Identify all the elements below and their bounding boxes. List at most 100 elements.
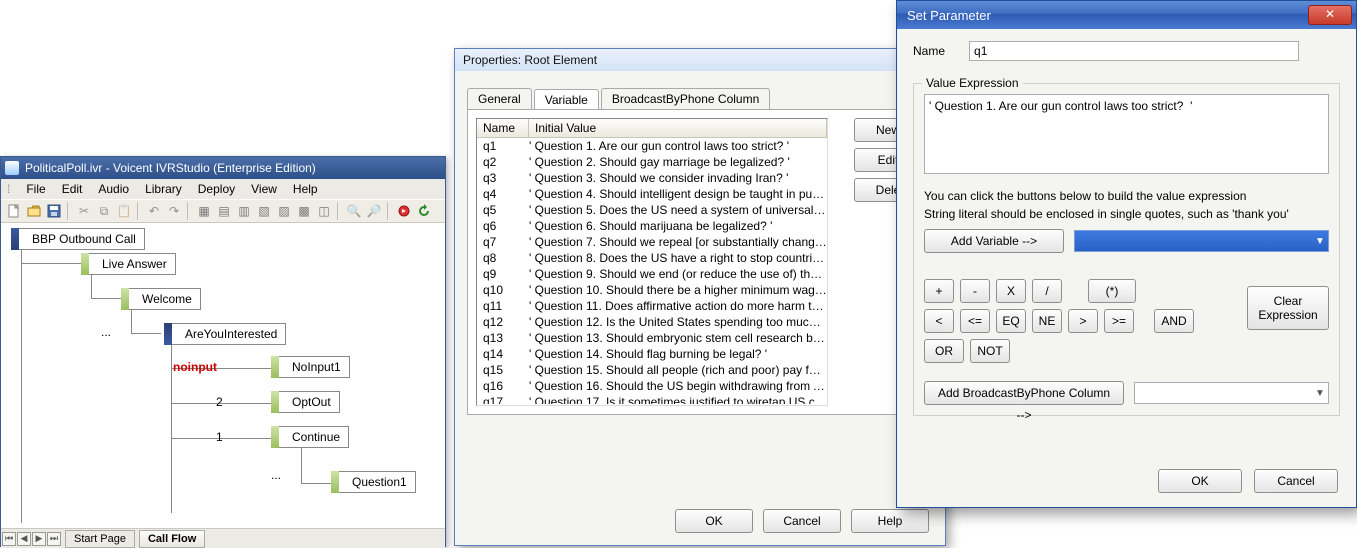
ivr-titlebar[interactable]: PoliticalPoll.ivr - Voicent IVRStudio (E… [1, 157, 445, 179]
nav-prev-icon[interactable]: ◀ [17, 532, 31, 546]
table-row[interactable]: q15' Question 15. Should all people (ric… [477, 362, 827, 378]
tab-broadcast-column[interactable]: BroadcastByPhone Column [601, 88, 770, 109]
open-folder-icon[interactable] [25, 202, 43, 220]
op-mult[interactable]: X [996, 279, 1026, 303]
menu-file[interactable]: File [26, 182, 45, 196]
tab-variable[interactable]: Variable [534, 89, 599, 110]
col-initial-value[interactable]: Initial Value [529, 119, 827, 137]
grid3-icon[interactable]: ▥ [235, 202, 253, 220]
table-row[interactable]: q3' Question 3. Should we consider invad… [477, 170, 827, 186]
copy-icon[interactable]: ⧉ [95, 202, 113, 220]
op-minus[interactable]: - [960, 279, 990, 303]
op-lte[interactable]: <= [960, 309, 990, 333]
table-row[interactable]: q1' Question 1. Are our gun control laws… [477, 138, 827, 154]
redo-icon[interactable]: ↷ [165, 202, 183, 220]
row-name: q7 [477, 234, 529, 250]
clear-expression-button[interactable]: Clear Expression [1247, 286, 1329, 330]
menu-help[interactable]: Help [293, 182, 318, 196]
table-row[interactable]: q4' Question 4. Should intelligent desig… [477, 186, 827, 202]
op-eq[interactable]: EQ [996, 309, 1026, 333]
table-row[interactable]: q2' Question 2. Should gay marriage be l… [477, 154, 827, 170]
grid-icon[interactable]: ▦ [195, 202, 213, 220]
cancel-button[interactable]: Cancel [1254, 469, 1338, 493]
node-continue[interactable]: Continue [271, 426, 349, 448]
op-plus[interactable]: + [924, 279, 954, 303]
name-input[interactable] [969, 41, 1299, 61]
table-row[interactable]: q5' Question 5. Does the US need a syste… [477, 202, 827, 218]
cut-icon[interactable]: ✂ [75, 202, 93, 220]
nav-first-icon[interactable]: ⏮ [2, 532, 16, 546]
col-name[interactable]: Name [477, 119, 529, 137]
callflow-canvas[interactable]: BBP Outbound Call Live Answer Welcome ..… [1, 223, 445, 528]
zoom2-icon[interactable]: 🔎 [365, 202, 383, 220]
chevron-down-icon: ▼ [1312, 388, 1328, 399]
expression-textarea[interactable] [924, 94, 1329, 174]
op-gt[interactable]: > [1068, 309, 1098, 333]
grid6-icon[interactable]: ▩ [295, 202, 313, 220]
op-lt[interactable]: < [924, 309, 954, 333]
undo-icon[interactable]: ↶ [145, 202, 163, 220]
op-paren[interactable]: (*) [1088, 279, 1136, 303]
node-welcome[interactable]: Welcome [121, 288, 201, 310]
set-parameter-titlebar[interactable]: Set Parameter ✕ [897, 1, 1356, 29]
node-optout[interactable]: OptOut [271, 391, 340, 413]
nav-last-icon[interactable]: ⏭ [47, 532, 61, 546]
tab-call-flow[interactable]: Call Flow [139, 530, 205, 548]
tab-general[interactable]: General [467, 88, 532, 109]
zoom-icon[interactable]: 🔍 [345, 202, 363, 220]
cancel-button[interactable]: Cancel [763, 509, 841, 533]
variable-combo[interactable]: ▼ [1074, 230, 1329, 252]
table-row[interactable]: q6' Question 6. Should marijuana be lega… [477, 218, 827, 234]
table-row[interactable]: q9' Question 9. Should we end (or reduce… [477, 266, 827, 282]
grid5-icon[interactable]: ▨ [275, 202, 293, 220]
tab-start-page[interactable]: Start Page [65, 530, 135, 548]
properties-title: Properties: Root Element [463, 53, 597, 67]
nav-next-icon[interactable]: ▶ [32, 532, 46, 546]
row-value: ' Question 6. Should marijuana be legali… [529, 218, 827, 234]
table-row[interactable]: q10' Question 10. Should there be a high… [477, 282, 827, 298]
help-button[interactable]: Help [851, 509, 929, 533]
node-noinput1[interactable]: NoInput1 [271, 356, 350, 378]
add-broadcast-column-button[interactable]: Add BroadcastByPhone Column --> [924, 381, 1124, 405]
table-row[interactable]: q12' Question 12. Is the United States s… [477, 314, 827, 330]
table-row[interactable]: q17' Question 17. Is it sometimes justif… [477, 394, 827, 404]
menu-deploy[interactable]: Deploy [198, 182, 235, 196]
table-row[interactable]: q13' Question 13. Should embryonic stem … [477, 330, 827, 346]
broadcast-column-combo[interactable]: ▼ [1134, 382, 1329, 404]
table-row[interactable]: q8' Question 8. Does the US have a right… [477, 250, 827, 266]
grid2-icon[interactable]: ▤ [215, 202, 233, 220]
add-variable-button[interactable]: Add Variable --> [924, 229, 1064, 253]
table-row[interactable]: q16' Question 16. Should the US begin wi… [477, 378, 827, 394]
menu-edit[interactable]: Edit [62, 182, 83, 196]
paste-icon[interactable]: 📋 [115, 202, 133, 220]
table-row[interactable]: q7' Question 7. Should we repeal [or sub… [477, 234, 827, 250]
op-gte[interactable]: >= [1104, 309, 1134, 333]
menu-grip[interactable]: ⁞ [7, 182, 10, 196]
new-file-icon[interactable] [5, 202, 23, 220]
op-ne[interactable]: NE [1032, 309, 1062, 333]
refresh-icon[interactable] [415, 202, 433, 220]
grid4-icon[interactable]: ▧ [255, 202, 273, 220]
op-not[interactable]: NOT [970, 339, 1010, 363]
table-row[interactable]: q11' Question 11. Does affirmative actio… [477, 298, 827, 314]
menu-library[interactable]: Library [145, 182, 182, 196]
close-icon[interactable]: ✕ [1308, 5, 1352, 25]
ok-button[interactable]: OK [1158, 469, 1242, 493]
node-are-you-interested[interactable]: AreYouInterested [164, 323, 286, 345]
properties-panel: Name Initial Value q1' Question 1. Are o… [467, 109, 933, 415]
menu-audio[interactable]: Audio [98, 182, 129, 196]
node-question1[interactable]: Question1 [331, 471, 416, 493]
table-row[interactable]: q14' Question 14. Should flag burning be… [477, 346, 827, 362]
node-bbp-outbound-call[interactable]: BBP Outbound Call [11, 228, 145, 250]
properties-titlebar[interactable]: Properties: Root Element [455, 49, 945, 71]
ok-button[interactable]: OK [675, 509, 753, 533]
variable-list[interactable]: Name Initial Value q1' Question 1. Are o… [476, 118, 828, 406]
save-icon[interactable] [45, 202, 63, 220]
menu-view[interactable]: View [251, 182, 277, 196]
grid7-icon[interactable]: ◫ [315, 202, 333, 220]
op-div[interactable]: / [1032, 279, 1062, 303]
op-and[interactable]: AND [1154, 309, 1194, 333]
op-or[interactable]: OR [924, 339, 964, 363]
deploy-icon[interactable] [395, 202, 413, 220]
node-live-answer[interactable]: Live Answer [81, 253, 176, 275]
